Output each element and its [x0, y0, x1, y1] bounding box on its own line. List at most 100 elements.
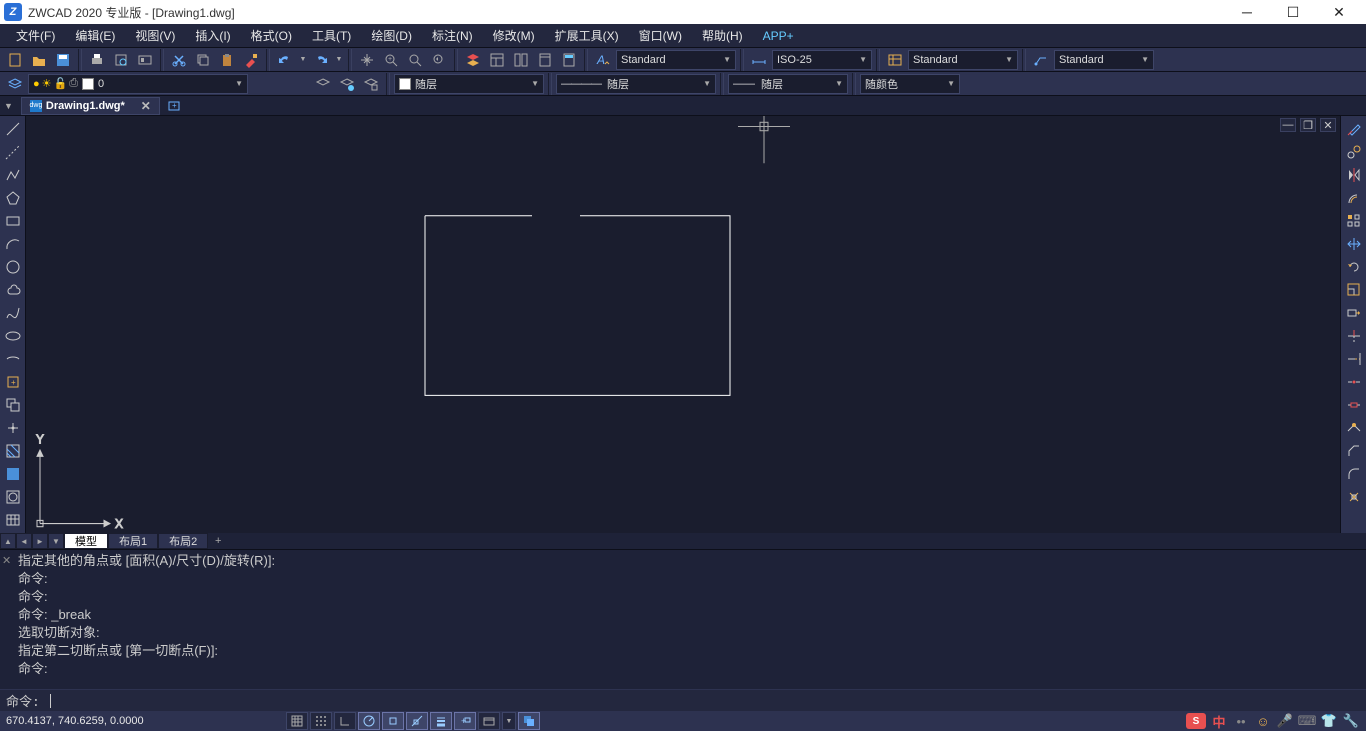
- menu-window[interactable]: 窗口(W): [629, 24, 692, 48]
- document-tab-close-button[interactable]: ✕: [141, 99, 151, 113]
- dim-style-dropdown[interactable]: ISO-25▼: [772, 50, 872, 70]
- cut-button[interactable]: [168, 49, 190, 71]
- fillet-tool[interactable]: [1343, 463, 1365, 485]
- layout-nav-last[interactable]: ▼: [48, 533, 64, 549]
- status-dropdown[interactable]: ▼: [502, 712, 516, 730]
- menu-annotate[interactable]: 标注(N): [422, 24, 483, 48]
- offset-tool[interactable]: [1343, 187, 1365, 209]
- calculator-button[interactable]: [558, 49, 580, 71]
- break-tool[interactable]: [1343, 394, 1365, 416]
- otrack-toggle[interactable]: [406, 712, 428, 730]
- close-button[interactable]: ✕: [1316, 0, 1362, 24]
- revision-cloud-tool[interactable]: [2, 279, 24, 301]
- layout2-tab[interactable]: 布局2: [158, 533, 208, 549]
- insert-block-tool[interactable]: +: [2, 371, 24, 393]
- menu-edit[interactable]: 编辑(E): [65, 24, 125, 48]
- polygon-tool[interactable]: [2, 187, 24, 209]
- cycling-toggle[interactable]: [518, 712, 540, 730]
- linetype-dropdown[interactable]: ————随层▼: [556, 74, 716, 94]
- layout-nav-prev[interactable]: ◄: [16, 533, 32, 549]
- layer-dropdown[interactable]: ● ☀ 🔓 ⎙ 0 ▼: [28, 74, 248, 94]
- print-button[interactable]: [86, 49, 108, 71]
- model-toggle[interactable]: [478, 712, 500, 730]
- open-file-button[interactable]: [28, 49, 50, 71]
- print-preview-button[interactable]: [110, 49, 132, 71]
- table-style-icon[interactable]: [884, 49, 906, 71]
- mleader-style-icon[interactable]: [1030, 49, 1052, 71]
- command-close-icon[interactable]: ✕: [2, 552, 11, 570]
- spline-tool[interactable]: [2, 302, 24, 324]
- circle-tool[interactable]: [2, 256, 24, 278]
- undo-dropdown[interactable]: ▼: [298, 49, 308, 71]
- zoom-window-button[interactable]: [404, 49, 426, 71]
- arc-tool[interactable]: [2, 233, 24, 255]
- drawing-canvas[interactable]: X Y: [26, 116, 1340, 533]
- layer-manager-button[interactable]: [4, 73, 26, 95]
- model-tab[interactable]: 模型: [64, 533, 108, 549]
- line-tool[interactable]: [2, 118, 24, 140]
- menu-file[interactable]: 文件(F): [6, 24, 65, 48]
- layer-state-button[interactable]: [336, 73, 358, 95]
- menu-insert[interactable]: 插入(I): [185, 24, 240, 48]
- gradient-tool[interactable]: [2, 463, 24, 485]
- polyline-tool[interactable]: [2, 164, 24, 186]
- menu-help[interactable]: 帮助(H): [692, 24, 753, 48]
- doc-maximize-button[interactable]: ❐: [1300, 118, 1316, 132]
- save-button[interactable]: [52, 49, 74, 71]
- ime-skin-icon[interactable]: 👕: [1320, 712, 1338, 730]
- break-at-point-tool[interactable]: [1343, 371, 1365, 393]
- layout-nav-first[interactable]: ▲: [0, 533, 16, 549]
- ellipse-arc-tool[interactable]: [2, 348, 24, 370]
- color-dropdown[interactable]: 随层▼: [394, 74, 544, 94]
- new-file-button[interactable]: [4, 49, 26, 71]
- trim-tool[interactable]: [1343, 325, 1365, 347]
- paste-button[interactable]: [216, 49, 238, 71]
- doc-minimize-button[interactable]: —: [1280, 118, 1296, 132]
- design-center-button[interactable]: [510, 49, 532, 71]
- dyn-toggle[interactable]: +: [454, 712, 476, 730]
- text-style-dropdown[interactable]: Standard▼: [616, 50, 736, 70]
- rotate-tool[interactable]: [1343, 256, 1365, 278]
- properties-button[interactable]: [486, 49, 508, 71]
- table-style-dropdown[interactable]: Standard▼: [908, 50, 1018, 70]
- menu-modify[interactable]: 修改(M): [483, 24, 545, 48]
- document-tab-add-button[interactable]: +: [164, 97, 184, 115]
- join-tool[interactable]: [1343, 417, 1365, 439]
- menu-ext[interactable]: 扩展工具(X): [545, 24, 629, 48]
- redo-button[interactable]: [310, 49, 332, 71]
- menu-view[interactable]: 视图(V): [125, 24, 185, 48]
- layer-isolate-button[interactable]: [360, 73, 382, 95]
- pan-button[interactable]: [356, 49, 378, 71]
- ime-toolbox-icon[interactable]: 🔧: [1342, 712, 1360, 730]
- table-tool[interactable]: [2, 509, 24, 531]
- command-history[interactable]: ✕ 指定其他的角点或 [面积(A)/尺寸(D)/旋转(R)]: 命令: 命令: …: [0, 550, 1366, 689]
- region-tool[interactable]: [2, 486, 24, 508]
- layout-add-button[interactable]: +: [208, 535, 228, 547]
- plotstyle-dropdown[interactable]: 随颜色▼: [860, 74, 960, 94]
- scale-tool[interactable]: [1343, 279, 1365, 301]
- make-block-tool[interactable]: [2, 394, 24, 416]
- extend-tool[interactable]: [1343, 348, 1365, 370]
- text-style-icon[interactable]: A: [592, 49, 614, 71]
- stretch-tool[interactable]: [1343, 302, 1365, 324]
- coordinates-display[interactable]: 670.4137, 740.6259, 0.0000: [6, 715, 266, 727]
- zoom-realtime-button[interactable]: +: [380, 49, 402, 71]
- ime-mic-icon[interactable]: 🎤: [1276, 712, 1294, 730]
- menu-app-plus[interactable]: APP+: [753, 24, 804, 48]
- mirror-tool[interactable]: [1343, 164, 1365, 186]
- osnap-toggle[interactable]: [382, 712, 404, 730]
- ime-icon[interactable]: S: [1186, 713, 1206, 729]
- grid-toggle[interactable]: [310, 712, 332, 730]
- hatch-tool[interactable]: [2, 440, 24, 462]
- ortho-toggle[interactable]: [334, 712, 356, 730]
- menu-tools[interactable]: 工具(T): [302, 24, 361, 48]
- explode-tool[interactable]: [1343, 486, 1365, 508]
- ime-keyboard-icon[interactable]: ⌨: [1298, 712, 1316, 730]
- layout-nav-next[interactable]: ►: [32, 533, 48, 549]
- lwt-toggle[interactable]: [430, 712, 452, 730]
- command-input[interactable]: [50, 694, 1360, 708]
- polar-toggle[interactable]: [358, 712, 380, 730]
- move-tool[interactable]: [1343, 233, 1365, 255]
- publish-button[interactable]: [134, 49, 156, 71]
- layer-properties-button[interactable]: [462, 49, 484, 71]
